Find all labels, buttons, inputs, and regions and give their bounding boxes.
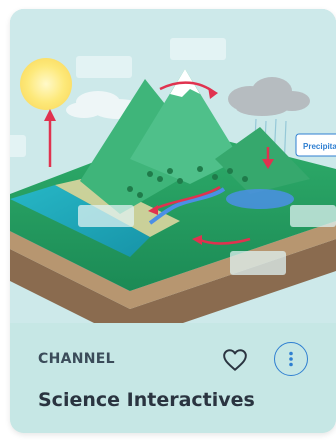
- channel-category-label: CHANNEL: [38, 351, 115, 367]
- sun-icon: [20, 58, 72, 110]
- card-footer: CHANNEL Science Interactives: [10, 323, 336, 433]
- precipitation-label: Precipitation: [303, 142, 336, 151]
- vertical-dots-icon: [289, 351, 293, 367]
- illustration-svg: Precipitation: [10, 9, 336, 323]
- channel-card[interactable]: Precipitation: [10, 9, 336, 433]
- more-options-button[interactable]: [274, 342, 308, 376]
- card-title[interactable]: Science Interactives: [38, 389, 255, 411]
- water-cycle-illustration: Precipitation: [10, 9, 336, 323]
- heart-outline-icon: [223, 349, 247, 371]
- favorite-button[interactable]: [220, 345, 250, 375]
